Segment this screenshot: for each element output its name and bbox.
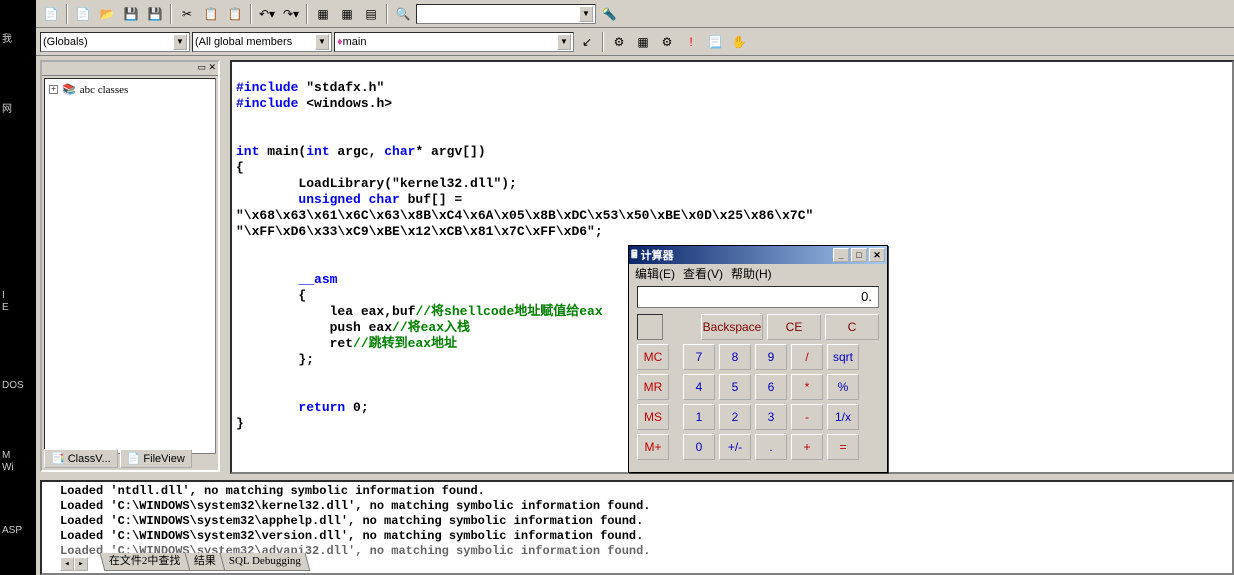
digit-7[interactable]: 7: [683, 344, 715, 370]
find-combo[interactable]: ▼: [416, 4, 596, 24]
clear-entry-button[interactable]: CE: [767, 314, 821, 340]
tree-root[interactable]: + 📚 abc classes: [49, 83, 211, 96]
digit-8[interactable]: 8: [719, 344, 751, 370]
digit-9[interactable]: 9: [755, 344, 787, 370]
stop-build-icon[interactable]: ⚙: [656, 31, 678, 53]
memory-indicator: [637, 314, 663, 340]
desktop-left-strip: 我 网 I E DOS M Wi ASP: [0, 0, 36, 575]
search-icon[interactable]: 🔦: [598, 3, 620, 25]
tree-root-label: abc classes: [80, 84, 129, 96]
calculator-title: 计算器: [641, 247, 674, 263]
toolbar-wizard: (Globals)▼ (All global members▼ ♦ main▼ …: [36, 28, 1234, 56]
members-combo[interactable]: (All global members▼: [192, 32, 332, 52]
tab-classview[interactable]: 📑ClassV...: [44, 449, 118, 468]
output-tab-results[interactable]: 结果: [184, 553, 225, 571]
menu-help[interactable]: 帮助(H): [731, 265, 772, 282]
multiply-button[interactable]: *: [791, 374, 823, 400]
digit-5[interactable]: 5: [719, 374, 751, 400]
backspace-button[interactable]: Backspace: [701, 314, 763, 340]
new-icon[interactable]: 📄: [72, 3, 94, 25]
output-tab-sql[interactable]: SQL Debugging: [219, 553, 310, 571]
execute-icon[interactable]: !: [680, 31, 702, 53]
calculator-window[interactable]: 🖩 计算器 _ □ ✕ 编辑(E) 查看(V) 帮助(H) 0. Backspa…: [628, 245, 888, 473]
breakpoint-icon[interactable]: ✋: [728, 31, 750, 53]
mr-button[interactable]: MR: [637, 374, 669, 400]
maximize-button[interactable]: □: [851, 248, 867, 262]
plusminus-button[interactable]: +/-: [719, 434, 751, 460]
output-line: Loaded 'C:\WINDOWS\system32\version.dll'…: [60, 529, 1214, 544]
output-line: Loaded 'ntdll.dll', no matching symbolic…: [60, 484, 1214, 499]
cut-icon[interactable]: ✂: [176, 3, 198, 25]
workspace-icon[interactable]: ▦: [312, 3, 334, 25]
build-icon[interactable]: ⚙: [608, 31, 630, 53]
reciprocal-button[interactable]: 1/x: [827, 404, 859, 430]
mplus-button[interactable]: M+: [637, 434, 669, 460]
toolbar-standard: 📄 📄 📂 💾 💾 ✂ 📋 📋 ↶▾ ↷▾ ▦ ▦ ▤ 🔍 ▼ 🔦: [36, 0, 1234, 28]
digit-1[interactable]: 1: [683, 404, 715, 430]
mc-button[interactable]: MC: [637, 344, 669, 370]
digit-2[interactable]: 2: [719, 404, 751, 430]
expand-icon[interactable]: +: [49, 85, 58, 94]
digit-3[interactable]: 3: [755, 404, 787, 430]
equals-button[interactable]: =: [827, 434, 859, 460]
folder-icon: 📚: [62, 83, 76, 96]
sqrt-button[interactable]: sqrt: [827, 344, 859, 370]
redo-icon[interactable]: ↷▾: [280, 3, 302, 25]
output-tab-arrows[interactable]: ◂▸: [60, 557, 88, 571]
workspace-header: ▭ ✕: [42, 62, 218, 76]
new-text-icon[interactable]: 📄: [40, 3, 62, 25]
tab-fileview[interactable]: 📄FileView: [120, 449, 192, 468]
calculator-display: 0.: [637, 286, 879, 308]
paste-icon[interactable]: 📋: [224, 3, 246, 25]
close-button[interactable]: ✕: [869, 248, 885, 262]
menu-edit[interactable]: 编辑(E): [635, 265, 675, 282]
class-tree[interactable]: + 📚 abc classes: [44, 78, 216, 454]
divide-button[interactable]: /: [791, 344, 823, 370]
minimize-button[interactable]: _: [833, 248, 849, 262]
app-icon: 🖩: [631, 246, 638, 265]
scope-combo[interactable]: (Globals)▼: [40, 32, 190, 52]
calculator-menubar[interactable]: 编辑(E) 查看(V) 帮助(H): [629, 264, 887, 282]
digit-0[interactable]: 0: [683, 434, 715, 460]
copy-icon[interactable]: 📋: [200, 3, 222, 25]
decimal-button[interactable]: .: [755, 434, 787, 460]
save-all-icon[interactable]: 💾: [144, 3, 166, 25]
percent-button[interactable]: %: [827, 374, 859, 400]
output-icon[interactable]: ▦: [336, 3, 358, 25]
clear-button[interactable]: C: [825, 314, 879, 340]
digit-4[interactable]: 4: [683, 374, 715, 400]
calculator-titlebar[interactable]: 🖩 计算器 _ □ ✕: [629, 246, 887, 264]
compile-icon[interactable]: ▦: [632, 31, 654, 53]
digit-6[interactable]: 6: [755, 374, 787, 400]
open-icon[interactable]: 📂: [96, 3, 118, 25]
output-line: Loaded 'C:\WINDOWS\system32\kernel32.dll…: [60, 499, 1214, 514]
output-line: Loaded 'C:\WINDOWS\system32\apphelp.dll'…: [60, 514, 1214, 529]
ms-button[interactable]: MS: [637, 404, 669, 430]
workspace-pane: ▭ ✕ + 📚 abc classes 📑ClassV... 📄FileView: [40, 60, 220, 472]
subtract-button[interactable]: -: [791, 404, 823, 430]
window-list-icon[interactable]: ▤: [360, 3, 382, 25]
output-tab-find2[interactable]: 在文件2中查找: [100, 553, 190, 571]
go-icon[interactable]: 📃: [704, 31, 726, 53]
goto-icon[interactable]: ↙: [576, 31, 598, 53]
add-button[interactable]: +: [791, 434, 823, 460]
undo-icon[interactable]: ↶▾: [256, 3, 278, 25]
output-pane[interactable]: Loaded 'ntdll.dll', no matching symbolic…: [40, 480, 1234, 575]
find-in-files-icon[interactable]: 🔍: [392, 3, 414, 25]
function-combo[interactable]: ♦ main▼: [334, 32, 574, 52]
save-icon[interactable]: 💾: [120, 3, 142, 25]
menu-view[interactable]: 查看(V): [683, 265, 723, 282]
